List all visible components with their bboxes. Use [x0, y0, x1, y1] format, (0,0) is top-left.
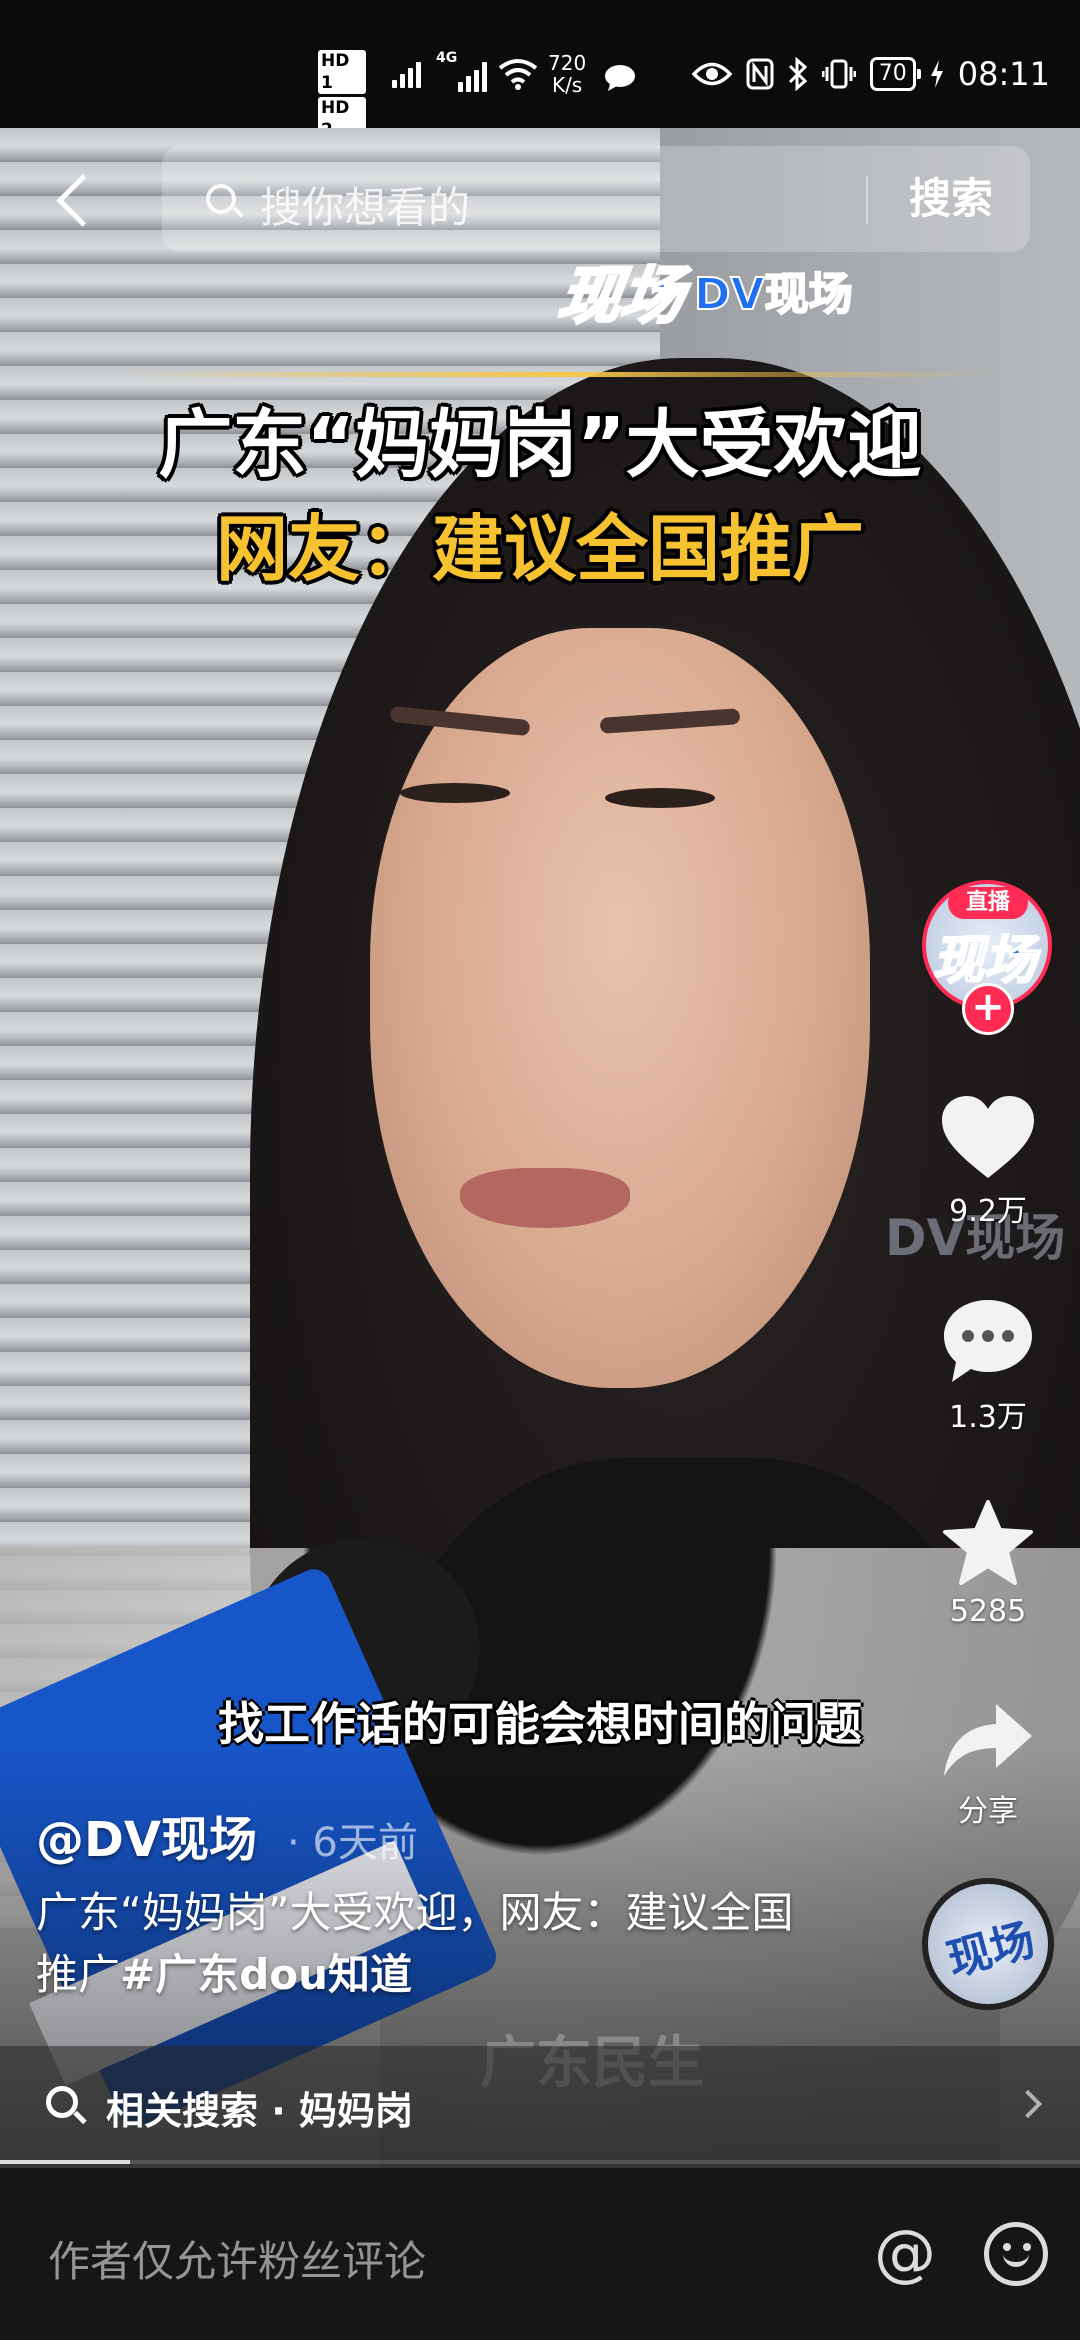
eye-icon [691, 62, 732, 86]
related-search-bar[interactable]: 相关搜索 · 妈妈岗 [0, 2046, 1080, 2168]
video-subtitle: 找工作话的可能会想时间的问题 [218, 1697, 862, 1751]
search-input[interactable]: 搜你想看的 [260, 174, 470, 235]
signal-4g-icon: 4G [436, 50, 496, 92]
post-time: · 6天前 [287, 1820, 418, 1866]
related-search-label: 相关搜索 · 妈妈岗 [106, 2089, 413, 2133]
mention-button[interactable]: @ [870, 2218, 940, 2288]
back-button[interactable] [50, 168, 106, 232]
like-button[interactable]: 9.2万 [930, 1094, 1046, 1230]
hd1-label: HD 1 [318, 50, 366, 94]
battery-icon: 70 [869, 57, 921, 91]
headline-divider [120, 372, 1000, 377]
net-speed-value: 720 [548, 51, 587, 75]
video-headline-line2: 网友：建议全国推广 [215, 507, 864, 591]
favorite-button[interactable]: 5285 [930, 1498, 1046, 1629]
video-headline-line1: 广东“妈妈岗”大受欢迎 [158, 402, 922, 488]
subject-mouth [460, 1168, 630, 1228]
signal-icon [392, 56, 432, 88]
favorite-count: 5285 [949, 1594, 1027, 1629]
chevron-right-icon [1013, 2089, 1043, 2119]
live-badge[interactable]: 直播 [948, 887, 1028, 919]
video-brand-logo: 现场 DV现场 [553, 245, 854, 335]
comment-count: 1.3万 [949, 1400, 1027, 1435]
follow-button[interactable]: + [962, 983, 1014, 1035]
share-label: 分享 [958, 1794, 1018, 1829]
comment-input[interactable]: 作者仅允许粉丝评论 [48, 2228, 426, 2289]
status-bar: HD 1 HD 2 4G 720 K/s [0, 0, 1080, 141]
like-count: 9.2万 [949, 1194, 1027, 1229]
subject-face [370, 628, 870, 1388]
video-progress-bar[interactable] [0, 2160, 1080, 2164]
author-name[interactable]: @DV现场 [36, 1800, 257, 1870]
clock: 08:11 [957, 55, 1050, 93]
heart-icon [942, 1096, 1034, 1178]
music-disc-text: 现场 [942, 1914, 1041, 1987]
search-divider [866, 176, 868, 224]
search-icon [206, 184, 236, 214]
brand-logo-text: DV现场 [693, 268, 854, 321]
vibrate-icon [821, 59, 856, 89]
brand-logo-badge: 现场 [553, 258, 690, 334]
music-disc[interactable]: 现场 [922, 1878, 1054, 2010]
wifi-icon [498, 59, 538, 90]
share-icon [944, 1704, 1032, 1776]
author-row: @DV现场 · 6天前 [36, 1800, 418, 1870]
eye-right [605, 788, 715, 808]
comment-bar: 作者仅允许粉丝评论 @ [0, 2168, 1080, 2340]
nfc-icon [746, 58, 774, 90]
comment-icon [944, 1300, 1032, 1382]
status-right-group: 70 08:11 [691, 52, 1050, 96]
net-speed: 720 K/s [548, 52, 586, 96]
video-progress-fill [0, 2160, 130, 2164]
charging-icon [930, 60, 943, 88]
post-description[interactable]: 广东“妈妈岗”大受欢迎，网友：建议全国推广#广东dou知道 [36, 1882, 826, 2006]
emoji-icon[interactable] [984, 2222, 1048, 2286]
hashtag-link[interactable]: #广东dou知道 [120, 1950, 412, 1999]
search-bar[interactable]: 搜你想看的 搜索 [162, 146, 1030, 252]
share-button[interactable]: 分享 [930, 1700, 1046, 1830]
related-search-icon [46, 2086, 78, 2118]
search-button[interactable]: 搜索 [886, 168, 1016, 230]
comment-button[interactable]: 1.3万 [930, 1296, 1046, 1436]
star-icon [943, 1500, 1033, 1585]
message-icon [605, 65, 635, 91]
eye-left [400, 783, 510, 803]
avatar-logo-text: 现场 [931, 930, 1037, 992]
net-speed-unit: K/s [551, 73, 583, 97]
bluetooth-icon [788, 57, 807, 91]
network-type-label: 4G [436, 50, 458, 66]
